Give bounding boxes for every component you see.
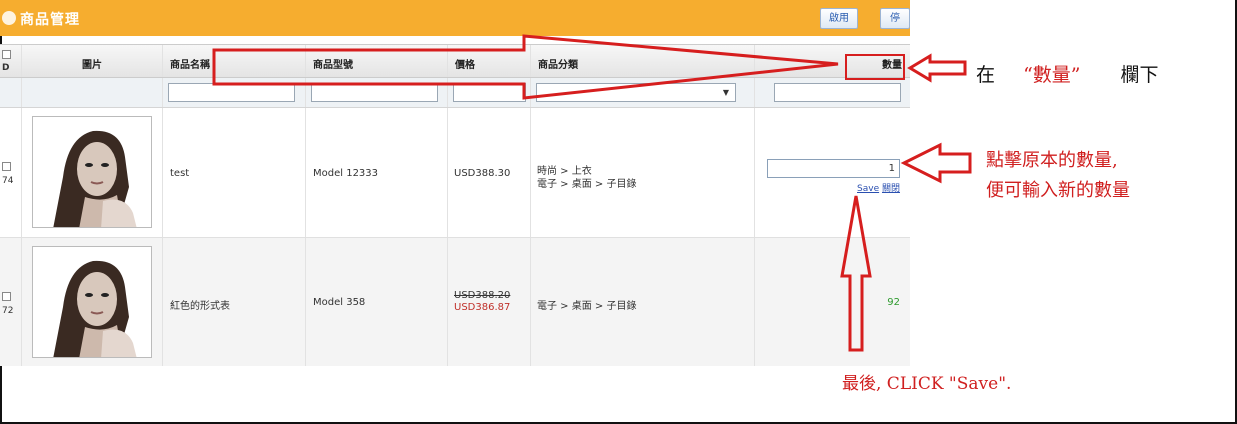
panel-title: 商品管理 <box>20 12 80 28</box>
annotation-click-save: 最後, CLICK "Save". <box>842 374 1012 394</box>
quantity-filter-input[interactable] <box>774 83 901 102</box>
product-name[interactable]: 紅色的形式表 <box>170 297 230 312</box>
save-link[interactable]: Save <box>857 184 879 194</box>
product-thumbnail[interactable] <box>32 246 152 358</box>
name-filter-input[interactable] <box>168 83 295 102</box>
row-image-cell <box>22 238 163 366</box>
original-price: USD388.20 <box>454 290 511 301</box>
row-quantity-cell: 92 <box>755 238 910 366</box>
close-link[interactable]: 關閉 <box>882 184 900 194</box>
quantity-header-highlight <box>845 54 905 80</box>
row-checkbox[interactable] <box>2 162 11 171</box>
filter-image-cell <box>22 78 163 107</box>
chevron-down-icon: ▼ <box>722 88 729 97</box>
header-model[interactable]: 商品型號 <box>306 45 448 77</box>
header-name[interactable]: 商品名稱 <box>163 45 306 77</box>
model-filter-input[interactable] <box>311 83 438 102</box>
annotation-click-quantity: 點擊原本的數量, 便可輸入新的數量 <box>986 150 1130 201</box>
grid-header-row: D 圖片 商品名稱 商品型號 價格 商品分類 數量 <box>0 44 910 78</box>
row-model-cell: Model 12333 <box>306 108 448 237</box>
category-filter-select[interactable]: ▼ <box>536 83 736 102</box>
row-price-cell: USD388.30 <box>448 108 531 237</box>
filter-price-cell <box>448 78 531 107</box>
table-row: 72 紅色的形式表 Model 358 USD388.20 USD386.87 … <box>0 238 910 366</box>
row-id-cell: 72 <box>0 238 22 366</box>
quantity-value[interactable]: 92 <box>887 297 900 308</box>
special-price: USD386.87 <box>454 302 511 313</box>
quantity-edit-links: Save 關閉 <box>857 181 900 194</box>
row-checkbox[interactable] <box>2 292 11 301</box>
grid-filter-row: ▼ <box>0 78 910 108</box>
row-name-cell: 紅色的形式表 <box>163 238 306 366</box>
filter-name-cell <box>163 78 306 107</box>
row-image-cell <box>22 108 163 237</box>
product-thumbnail[interactable] <box>32 116 152 228</box>
select-all-checkbox[interactable] <box>2 50 11 59</box>
row-quantity-cell: 1 Save 關閉 <box>755 108 910 237</box>
product-name[interactable]: test <box>170 168 189 179</box>
row-category-cell: 時尚 > 上衣 電子 > 桌面 > 子目錄 <box>531 108 755 237</box>
header-category[interactable]: 商品分類 <box>531 45 755 77</box>
module-icon <box>2 11 16 25</box>
annotation-quantity-column: 在 “數量” 欄下 <box>976 64 1159 86</box>
row-name-cell: test <box>163 108 306 237</box>
table-row: 74 test Model 12333 USD388.30 時尚 > 上衣 電子… <box>0 108 910 238</box>
panel-header: 商品管理 啟用 停用 <box>0 0 910 36</box>
filter-model-cell <box>306 78 448 107</box>
header-price[interactable]: 價格 <box>448 45 531 77</box>
product-model: Model 12333 <box>313 168 379 179</box>
filter-quantity-cell <box>755 78 910 107</box>
disable-button[interactable]: 停用 <box>880 8 910 29</box>
category-path: 電子 > 桌面 > 子目錄 <box>537 179 637 190</box>
product-model: Model 358 <box>313 297 366 308</box>
row-model-cell: Model 358 <box>306 238 448 366</box>
filter-id-cell <box>0 78 22 107</box>
price-filter-input[interactable] <box>453 83 526 102</box>
filter-category-cell: ▼ <box>531 78 755 107</box>
row-category-cell: 電子 > 桌面 > 子目錄 <box>531 238 755 366</box>
quantity-edit-input[interactable]: 1 <box>767 159 900 178</box>
row-price-cell: USD388.20 USD386.87 <box>448 238 531 366</box>
product-price: USD388.30 <box>454 168 511 179</box>
header-id: D <box>0 45 22 77</box>
enable-button[interactable]: 啟用 <box>820 8 858 29</box>
header-image: 圖片 <box>22 45 163 77</box>
row-id-cell: 74 <box>0 108 22 237</box>
category-path: 電子 > 桌面 > 子目錄 <box>537 301 637 312</box>
